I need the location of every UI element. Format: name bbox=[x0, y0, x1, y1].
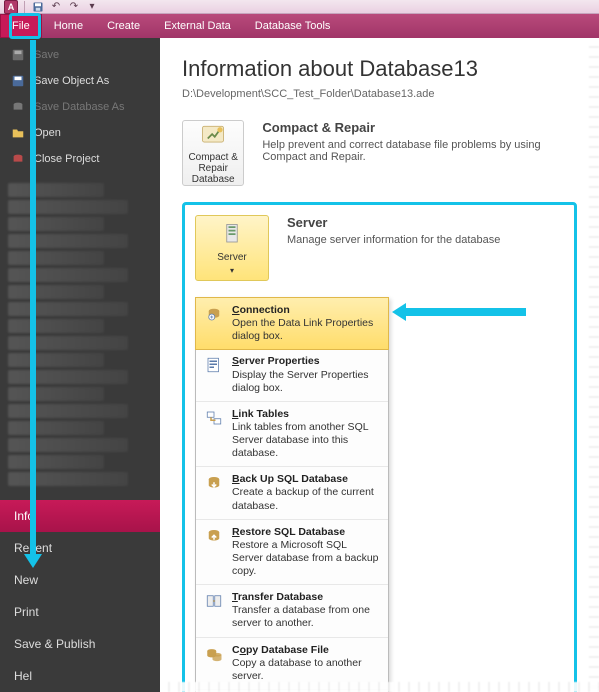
title-bar: A ↶ ↷ ▾ bbox=[0, 0, 599, 14]
section-compact-repair: Compact & Repair Database Compact & Repa… bbox=[182, 120, 577, 186]
server-dropdown-menu: ConnectionOpen the Data Link Properties … bbox=[195, 297, 389, 692]
save-db-icon bbox=[10, 99, 26, 115]
annotation-arrow-left bbox=[406, 308, 526, 316]
section-title: Server bbox=[287, 215, 500, 230]
copy-icon bbox=[204, 644, 224, 664]
sidebar-close-project[interactable]: Close Project bbox=[0, 146, 160, 172]
dropdown-item-title: Copy Database File bbox=[232, 644, 380, 657]
nav-label: Save & Publish bbox=[14, 637, 95, 651]
app-icon[interactable]: A bbox=[4, 0, 18, 14]
server-button[interactable]: Server ▾ bbox=[195, 215, 269, 281]
dropdown-item-title: Connection bbox=[232, 304, 380, 317]
quick-access-toolbar: A ↶ ↷ ▾ bbox=[4, 0, 99, 14]
tab-label: Database Tools bbox=[255, 20, 331, 32]
dropdown-item-desc: Restore a Microsoft SQL Server database … bbox=[232, 539, 380, 578]
tab-label: Home bbox=[54, 20, 83, 32]
tab-label: File bbox=[12, 20, 30, 32]
nav-help[interactable]: Hel bbox=[0, 660, 160, 692]
qat-dropdown-icon[interactable]: ▾ bbox=[85, 0, 99, 14]
dropdown-item-title: Restore SQL Database bbox=[232, 526, 380, 539]
database-path: D:\Development\SCC_Test_Folder\Database1… bbox=[182, 88, 577, 100]
save-icon bbox=[10, 47, 26, 63]
nav-new[interactable]: New bbox=[0, 564, 160, 596]
chevron-down-icon: ▾ bbox=[230, 266, 234, 275]
nav-label: New bbox=[14, 573, 38, 587]
sidebar-label: Save bbox=[34, 49, 59, 61]
button-label: Server bbox=[217, 252, 246, 263]
nav-label: Print bbox=[14, 605, 39, 619]
sidebar-open[interactable]: Open bbox=[0, 120, 160, 146]
dropdown-item-desc: Link tables from another SQL Server data… bbox=[232, 421, 380, 460]
tab-file[interactable]: File bbox=[0, 14, 42, 38]
restore-icon bbox=[204, 526, 224, 546]
tab-create[interactable]: Create bbox=[95, 14, 152, 38]
save-as-icon bbox=[10, 73, 26, 89]
dropdown-item-server-properties[interactable]: Server PropertiesDisplay the Server Prop… bbox=[196, 349, 388, 401]
close-db-icon bbox=[10, 151, 26, 167]
compact-repair-button[interactable]: Compact & Repair Database bbox=[182, 120, 244, 186]
qat-separator bbox=[24, 1, 25, 13]
tab-label: Create bbox=[107, 20, 140, 32]
dropdown-item-title: Link Tables bbox=[232, 408, 380, 421]
nav-label: Hel bbox=[14, 669, 32, 683]
open-icon bbox=[10, 125, 26, 141]
nav-print[interactable]: Print bbox=[0, 596, 160, 628]
tab-external-data[interactable]: External Data bbox=[152, 14, 243, 38]
tab-label: External Data bbox=[164, 20, 231, 32]
dropdown-item-title: Transfer Database bbox=[232, 591, 380, 604]
dropdown-item-title: Server Properties bbox=[232, 355, 380, 368]
undo-icon[interactable]: ↶ bbox=[49, 0, 63, 14]
section-server: Server ▾ Server Manage server informatio… bbox=[195, 215, 564, 281]
page-title: Information about Database13 bbox=[182, 56, 577, 82]
tab-home[interactable]: Home bbox=[42, 14, 95, 38]
sidebar-label: Open bbox=[34, 127, 61, 139]
transfer-icon bbox=[204, 591, 224, 611]
dropdown-item-link-tables[interactable]: Link TablesLink tables from another SQL … bbox=[196, 402, 388, 468]
sidebar-save-object-as[interactable]: Save Object As bbox=[0, 68, 160, 94]
link-icon bbox=[204, 304, 224, 324]
backup-icon bbox=[204, 473, 224, 493]
ribbon-tabs: File Home Create External Data Database … bbox=[0, 14, 599, 38]
backstage-sidebar: Save Save Object As Save Database As Ope… bbox=[0, 38, 160, 692]
annotation-server-highlight: Server ▾ Server Manage server informatio… bbox=[182, 202, 577, 692]
section-desc: Help prevent and correct database file p… bbox=[262, 139, 577, 163]
section-title: Compact & Repair bbox=[262, 120, 577, 135]
compact-repair-icon bbox=[199, 121, 227, 149]
torn-edge-bottom bbox=[160, 682, 599, 692]
dropdown-item-desc: Create a backup of the current database. bbox=[232, 486, 380, 512]
dropdown-item-title: Back Up SQL Database bbox=[232, 473, 380, 486]
dropdown-item-desc: Open the Data Link Properties dialog box… bbox=[232, 317, 380, 343]
dropdown-item-connection[interactable]: ConnectionOpen the Data Link Properties … bbox=[195, 297, 389, 350]
properties-icon bbox=[204, 355, 224, 375]
dropdown-item-desc: Display the Server Properties dialog box… bbox=[232, 369, 380, 395]
sidebar-label: Save Object As bbox=[34, 75, 109, 87]
dropdown-item-transfer-database[interactable]: Transfer DatabaseTransfer a database fro… bbox=[196, 585, 388, 637]
nav-info[interactable]: Info bbox=[0, 500, 160, 532]
dropdown-item-back-up-sql-database[interactable]: Back Up SQL DatabaseCreate a backup of t… bbox=[196, 467, 388, 519]
dropdown-item-desc: Copy a database to another server. bbox=[232, 657, 380, 683]
button-label: Compact & Repair Database bbox=[187, 152, 239, 185]
torn-edge-right bbox=[589, 38, 599, 692]
nav-save-publish[interactable]: Save & Publish bbox=[0, 628, 160, 660]
annotation-arrow-down bbox=[30, 40, 36, 556]
dropdown-item-desc: Transfer a database from one server to a… bbox=[232, 604, 380, 630]
sidebar-save-database-as: Save Database As bbox=[0, 94, 160, 120]
sidebar-recent-blurred bbox=[0, 176, 160, 493]
link-tables-icon bbox=[204, 408, 224, 428]
tab-database-tools[interactable]: Database Tools bbox=[243, 14, 343, 38]
redo-icon[interactable]: ↷ bbox=[67, 0, 81, 14]
section-desc: Manage server information for the databa… bbox=[287, 234, 500, 246]
backstage-content: Information about Database13 D:\Developm… bbox=[160, 38, 599, 692]
dropdown-item-restore-sql-database[interactable]: Restore SQL DatabaseRestore a Microsoft … bbox=[196, 520, 388, 586]
server-icon bbox=[218, 221, 246, 249]
sidebar-label: Save Database As bbox=[34, 101, 125, 113]
sidebar-save: Save bbox=[0, 42, 160, 68]
save-icon[interactable] bbox=[31, 0, 45, 14]
sidebar-label: Close Project bbox=[34, 153, 99, 165]
